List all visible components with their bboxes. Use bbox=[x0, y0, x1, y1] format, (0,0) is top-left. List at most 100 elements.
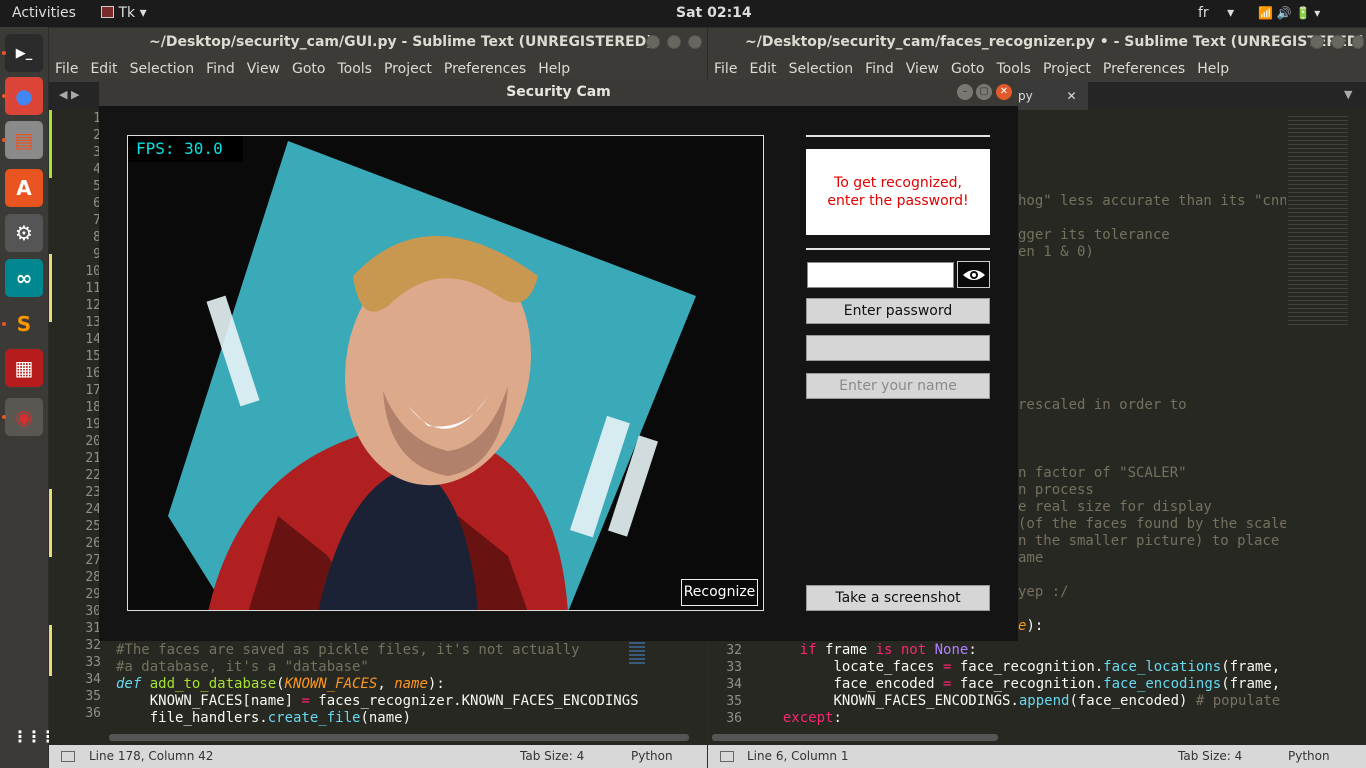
menu-item-goto[interactable]: Goto bbox=[951, 61, 984, 77]
running-indicator bbox=[2, 138, 6, 142]
minimap[interactable] bbox=[629, 642, 645, 666]
name-display-field[interactable] bbox=[806, 335, 990, 361]
settings-icon: ⚙ bbox=[15, 221, 33, 245]
maximize-button[interactable] bbox=[1331, 35, 1345, 49]
maximize-button[interactable]: ▢ bbox=[976, 84, 992, 100]
activities-button[interactable]: Activities bbox=[12, 5, 76, 21]
top-bar: Activities Tk ▾ Sat 02:14 fr ▾ 📶 🔊 🔋 ▾ bbox=[0, 0, 1366, 27]
menu-item-goto[interactable]: Goto bbox=[292, 61, 325, 77]
minimize-button[interactable]: – bbox=[957, 84, 973, 100]
menu-item-project[interactable]: Project bbox=[384, 61, 432, 77]
cursor-position: Line 178, Column 42 bbox=[89, 749, 214, 763]
arduino-launcher-button[interactable]: ∞ bbox=[5, 259, 43, 297]
code-comment-fragment: hog" less accurate than its "cnn" bbox=[1018, 193, 1286, 209]
tab-nav-arrows-icon[interactable]: ◀ ▶ bbox=[59, 88, 79, 101]
minimize-button[interactable] bbox=[1310, 35, 1324, 49]
menu-item-preferences[interactable]: Preferences bbox=[1103, 61, 1185, 77]
divider bbox=[806, 248, 990, 250]
tk-app-menu-icon bbox=[101, 6, 114, 18]
code-area-lower[interactable]: if frame is not None: locate_faces = fac… bbox=[766, 642, 1286, 730]
code-text: (frame, bbox=[1221, 676, 1281, 692]
code-function: create_file bbox=[267, 710, 361, 726]
close-button[interactable] bbox=[688, 35, 702, 49]
recognize-button[interactable]: Recognize bbox=[681, 579, 758, 606]
terminal-launcher-button[interactable]: ▶_ bbox=[5, 34, 43, 72]
close-button[interactable]: ✕ bbox=[996, 84, 1012, 100]
clock[interactable]: Sat 02:14 bbox=[676, 5, 752, 21]
maximize-button[interactable] bbox=[667, 35, 681, 49]
code-text: locate_faces bbox=[833, 659, 944, 675]
camera-frame-image bbox=[128, 136, 763, 610]
screen-recorder-icon: ▦ bbox=[14, 356, 34, 380]
menu-item-project[interactable]: Project bbox=[1043, 61, 1091, 77]
menu-item-file[interactable]: File bbox=[55, 61, 78, 77]
menu-item-selection[interactable]: Selection bbox=[130, 61, 195, 77]
code-line: face_encoded = face_recognition.face_enc… bbox=[766, 676, 1286, 693]
app-menu[interactable]: Tk ▾ bbox=[101, 5, 147, 21]
eye-icon bbox=[962, 269, 985, 280]
running-indicator bbox=[2, 415, 6, 419]
close-button[interactable] bbox=[1352, 35, 1364, 49]
menu-item-edit[interactable]: Edit bbox=[90, 61, 117, 77]
language-indicator[interactable]: fr ▾ bbox=[1198, 5, 1234, 21]
panel-toggle-icon[interactable] bbox=[720, 751, 734, 762]
code-comment-fragment: en 1 & 0) bbox=[1018, 244, 1094, 260]
menu-item-help[interactable]: Help bbox=[538, 61, 570, 77]
panel-toggle-icon[interactable] bbox=[61, 751, 75, 762]
code-comment-fragment: rescaled in order to bbox=[1018, 397, 1187, 413]
menu-item-view[interactable]: View bbox=[247, 61, 280, 77]
code-text: face_recognition. bbox=[951, 676, 1104, 692]
minimap[interactable] bbox=[1288, 116, 1348, 326]
show-password-button[interactable] bbox=[957, 261, 990, 288]
chrome-launcher-button[interactable]: ● bbox=[5, 77, 43, 115]
menu-item-view[interactable]: View bbox=[906, 61, 939, 77]
system-status-icons[interactable]: 📶 🔊 🔋 ▾ bbox=[1258, 6, 1320, 20]
show-applications-icon[interactable]: ⋮⋮⋮ bbox=[12, 727, 56, 746]
code-area[interactable]: hog" less accurate than its "cnn" gger i… bbox=[1018, 110, 1286, 640]
message-box: To get recognized, enter the password! bbox=[806, 149, 990, 235]
horizontal-scrollbar[interactable] bbox=[712, 734, 998, 741]
menu-item-find[interactable]: Find bbox=[865, 61, 894, 77]
take-screenshot-button[interactable]: Take a screenshot bbox=[806, 585, 990, 611]
tab-size[interactable]: Tab Size: 4 bbox=[520, 745, 584, 768]
code-comment: #The faces are saved as pickle files, it… bbox=[116, 642, 580, 658]
code-text: : bbox=[833, 710, 842, 726]
menu-item-preferences[interactable]: Preferences bbox=[444, 61, 526, 77]
menu-item-file[interactable]: File bbox=[714, 61, 737, 77]
line-number: 36 bbox=[85, 706, 101, 721]
menu-item-selection[interactable]: Selection bbox=[789, 61, 854, 77]
running-indicator bbox=[2, 322, 6, 326]
software-center-launcher-button[interactable]: A bbox=[5, 169, 43, 207]
close-icon[interactable]: ✕ bbox=[1067, 89, 1077, 103]
files-launcher-button[interactable]: ▤ bbox=[5, 121, 43, 159]
code-text: (face_encoded) bbox=[1069, 693, 1196, 709]
code-text: faces_recognizer.KNOWN_FACES_ENCODINGS bbox=[309, 693, 639, 709]
code-text: (name) bbox=[360, 710, 412, 726]
sublime-launcher-button[interactable]: S bbox=[5, 305, 43, 343]
divider bbox=[806, 135, 990, 137]
code-text: face_recognition. bbox=[951, 659, 1104, 675]
code-area[interactable]: #The faces are saved as pickle files, it… bbox=[116, 642, 676, 730]
menu-item-tools[interactable]: Tools bbox=[337, 61, 372, 77]
tab-size[interactable]: Tab Size: 4 bbox=[1178, 745, 1242, 768]
enter-password-button[interactable]: Enter password bbox=[806, 298, 990, 324]
tk-app-launcher-button[interactable]: ◉ bbox=[5, 398, 43, 436]
menu-item-tools[interactable]: Tools bbox=[996, 61, 1031, 77]
settings-launcher-button[interactable]: ⚙ bbox=[5, 214, 43, 252]
chevron-down-icon[interactable]: ▼ bbox=[1344, 88, 1352, 101]
horizontal-scrollbar[interactable] bbox=[109, 734, 689, 741]
name-input[interactable]: Enter your name bbox=[806, 373, 990, 399]
password-input[interactable] bbox=[807, 262, 954, 288]
syntax-mode[interactable]: Python bbox=[631, 745, 673, 768]
menu-item-help[interactable]: Help bbox=[1197, 61, 1229, 77]
menu-item-edit[interactable]: Edit bbox=[749, 61, 776, 77]
minimize-button[interactable] bbox=[646, 35, 660, 49]
sublime-icon: S bbox=[16, 312, 32, 336]
screen-recorder-launcher-button[interactable]: ▦ bbox=[5, 349, 43, 387]
code-line: KNOWN_FACES_ENCODINGS.append(face_encode… bbox=[766, 693, 1286, 710]
syntax-mode[interactable]: Python bbox=[1288, 745, 1330, 768]
line-number: 33 bbox=[726, 660, 742, 675]
menu-item-find[interactable]: Find bbox=[206, 61, 235, 77]
line-number: 32 bbox=[726, 643, 742, 658]
code-text: : bbox=[968, 642, 977, 658]
